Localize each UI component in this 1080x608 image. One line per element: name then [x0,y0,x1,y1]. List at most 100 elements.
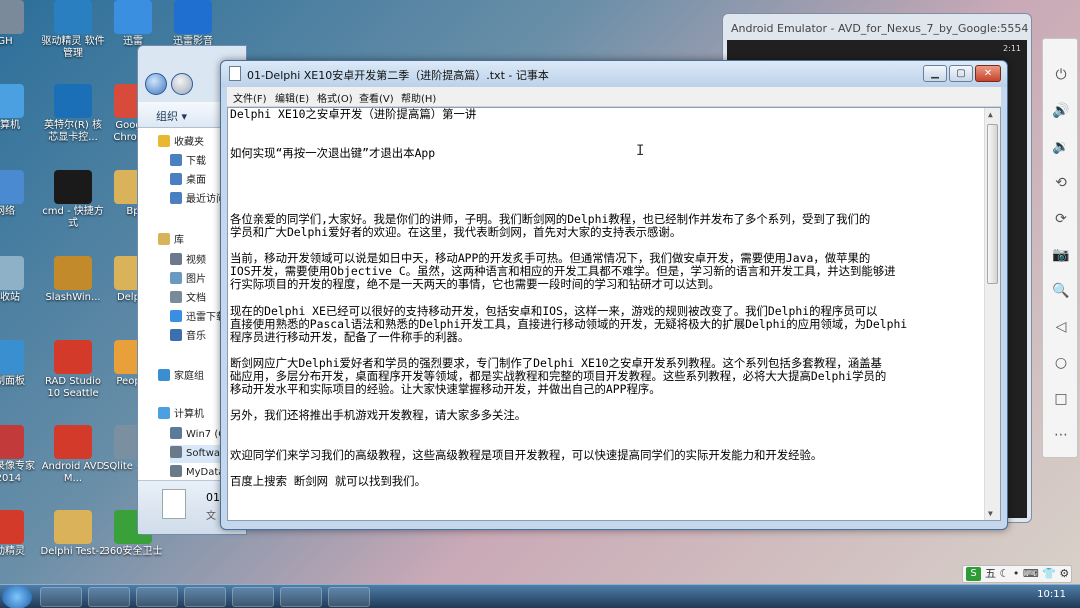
tree-item[interactable]: 下载 [170,153,206,171]
tree-item[interactable]: Win7 (C [170,426,225,444]
tree-item[interactable]: 音乐 [170,328,206,346]
text-line: 欢迎同学们来学习我们的高级教程，这些高级教程是项目开发教程，可以快速提高同学们的… [230,447,823,462]
scroll-down-icon[interactable]: ▼ [988,509,993,518]
desktop-icon[interactable]: 驱动精灵 软件管理 [40,0,106,60]
tree-item[interactable]: 计算机 [158,406,204,424]
notepad-window[interactable]: 01-Delphi XE10安卓开发第二季（进阶提高篇）.txt - 记事本 ▁… [220,60,1008,530]
back-button[interactable] [145,73,167,95]
overview-icon[interactable]: □ [1051,389,1071,409]
volume-up-icon[interactable]: 🔊 [1051,101,1071,121]
desktop-icon[interactable]: 英特尔(R) 核芯显卡控... [40,84,106,144]
taskbar-explorer-button[interactable] [88,587,130,607]
tree-item[interactable]: 视频 [170,252,206,270]
desktop-icon[interactable]: Delphi Test-2 [40,510,106,558]
tree-item[interactable]: 迅雷下载 [170,309,226,327]
maximize-button[interactable]: ▢ [949,65,973,82]
text-line: 断剑网应广大Delphi爱好者和学员的强烈要求，专门制作了Delphi XE10… [230,355,882,370]
menu-item[interactable]: 帮助(H) [401,90,436,105]
desktop-icon[interactable]: 网络 [0,170,38,218]
desktop-icon[interactable]: 计算机 [0,84,38,132]
text-line: 程序员进行移动开发，配备了一件称手的利器。 [230,329,470,344]
desktop-icon[interactable]: 回收站 [0,256,38,304]
sogou-ime-icon[interactable]: S [966,567,981,581]
minimize-button[interactable]: ▁ [923,65,947,82]
app-icon [0,0,24,34]
tree-item-label: 图片 [186,274,206,285]
desktop-icon[interactable]: 驱动精灵 [0,510,38,558]
taskbar-delphi-button[interactable] [280,587,322,607]
organize-button[interactable]: 组织 ▾ [156,108,187,124]
vertical-scrollbar[interactable]: ▲ ▼ [984,108,1000,520]
desktop-icon[interactable]: Android AVD M... [40,425,106,485]
app-icon [114,0,152,34]
tree-item-label: 音乐 [186,331,206,342]
taskbar-android-button[interactable] [232,587,274,607]
back-icon[interactable]: ◁ [1051,317,1071,337]
text-line: 现在的Delphi XE已经可以很好的支持移动开发，包括安卓和IOS，这样一来，… [230,303,878,318]
menu-item[interactable]: 查看(V) [359,90,394,105]
start-button[interactable] [2,585,32,608]
taskbar-ie-button[interactable] [40,587,82,607]
text-line: 百度上搜索 断剑网 就可以找到我们。 [230,473,426,488]
tree-item-label: 家庭组 [174,371,204,382]
zoom-icon[interactable]: 🔍 [1051,281,1071,301]
tree-item[interactable]: 桌面 [170,172,206,190]
folder-icon [158,233,170,245]
tree-item-label: 文档 [186,293,206,304]
close-button[interactable]: ✕ [975,65,1001,82]
tree-item[interactable]: 图片 [170,271,206,289]
text-line: 另外，我们还将推出手机游戏开发教程，请大家多多关注。 [230,408,527,423]
tree-item[interactable]: 家庭组 [158,368,204,386]
desktop-icon[interactable]: RAD Studio 10 Seattle [40,340,106,400]
status-file-name: 01 [206,491,220,504]
ime-status[interactable]: 五 ☾ • ⌨ 👕 ⚙ [985,567,1069,580]
app-icon [0,425,24,459]
taskbar-media-button[interactable] [136,587,178,607]
menu-item[interactable]: 编辑(E) [275,90,309,105]
ime-toolbar[interactable]: S 五 ☾ • ⌨ 👕 ⚙ [962,565,1072,583]
rotate-left-icon[interactable]: ⟲ [1051,173,1071,193]
text-editor[interactable]: ▲ ▼ Delphi XE10之安卓开发（进阶提高篇）第一讲 如何实现“再按一次… [227,107,1001,521]
status-file-type: 文 [206,511,216,522]
desktop-icon[interactable]: cmd - 快捷方式 [40,170,106,230]
notepad-title-bar[interactable]: 01-Delphi XE10安卓开发第二季（进阶提高篇）.txt - 记事本 ▁… [221,61,1007,87]
desktop-icon-label: 英特尔(R) 核芯显卡控... [44,120,102,143]
app-icon [54,425,92,459]
taskbar-cmd-button[interactable] [184,587,226,607]
desktop-icon[interactable]: GH [0,0,38,48]
volume-down-icon[interactable]: 🔉 [1051,137,1071,157]
desktop-icon[interactable]: 迅雷 [100,0,166,48]
folder-icon [170,291,182,303]
more-icon[interactable]: ⋯ [1051,425,1071,445]
scroll-up-icon[interactable]: ▲ [988,110,993,119]
power-icon[interactable]: ⏻ [1051,65,1071,85]
text-line: 当前，移动开发领域可以说是如日中天，移动APP的开发炙手可热。但通常情况下，我们… [230,251,871,266]
file-icon [162,489,186,519]
desktop-icon[interactable]: 屏幕录像专家V2014 [0,425,38,485]
taskbar-notepad-button[interactable] [328,587,370,607]
folder-icon [170,192,182,204]
tree-item[interactable]: 收藏夹 [158,134,204,152]
text-line: 学员和广大Delphi爱好者的欢迎。在这里，我代表断剑网，首先对大家的支持表示感… [230,224,682,239]
tree-item[interactable]: 库 [158,232,184,250]
desktop-icon[interactable]: 迅雷影音 [160,0,226,48]
text-line: 直接使用熟悉的Pascal语法和熟悉的Delphi开发工具，直接进行移动领域的开… [230,316,908,331]
camera-icon[interactable]: 📷 [1051,245,1071,265]
desktop-icon[interactable]: SlashWin... [40,256,106,304]
rotate-right-icon[interactable]: ⟳ [1051,209,1071,229]
tree-item[interactable]: 最近访问 [170,191,226,209]
app-icon [54,510,92,544]
menu-item[interactable]: 格式(O) [317,90,353,105]
desktop-icon-label: 360安全卫士 [103,546,163,557]
tree-item[interactable]: 文档 [170,290,206,308]
clock[interactable]: 10:11 [1037,589,1066,600]
forward-button[interactable] [171,73,193,95]
menu-item[interactable]: 文件(F) [233,90,267,105]
scroll-thumb[interactable] [987,124,998,284]
app-icon [54,170,92,204]
app-icon [54,0,92,34]
desktop-icon[interactable]: 控制面板 [0,340,38,388]
tree-item-label: 库 [174,235,184,246]
tree-item-label: Softwar [186,448,225,459]
home-icon[interactable]: ○ [1051,353,1071,373]
